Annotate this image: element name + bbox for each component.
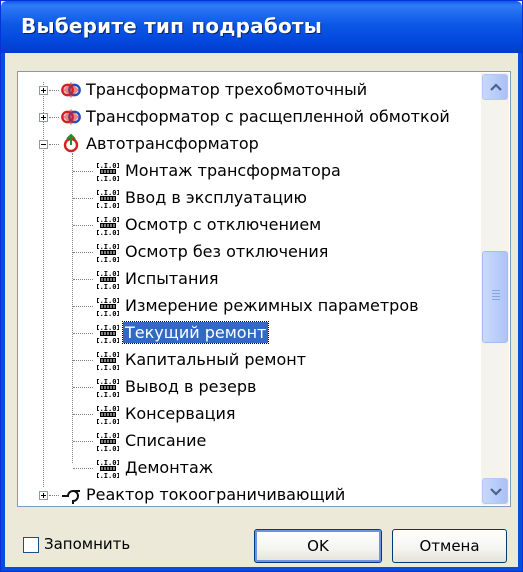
tree-item-label: Демонтаж (125, 458, 214, 477)
numeric-data-icon: I.I.01 I.I.01 (95, 160, 120, 183)
numeric-data-icon: I.I.01 I.I.01 (95, 430, 120, 453)
tree-item-label: Испытания (125, 269, 219, 288)
tree-item[interactable]: I.I.01 I.I.01 Испытания (18, 266, 482, 292)
collapse-icon[interactable] (39, 140, 48, 149)
svg-text:I.I.01: I.I.01 (97, 297, 119, 305)
svg-text:I.I.01: I.I.01 (97, 432, 119, 440)
svg-text:I.I.01: I.I.01 (97, 243, 119, 251)
svg-text:I.I.01: I.I.01 (97, 270, 119, 278)
ok-button[interactable]: OK (254, 529, 382, 563)
numeric-data-icon: I.I.01 I.I.01 (95, 187, 120, 210)
tree-item[interactable]: I.I.01 I.I.01 Осмотр с отключением (18, 212, 482, 238)
reactor-icon (60, 484, 82, 506)
window-frame-left (1, 53, 5, 571)
expand-icon[interactable] (39, 86, 48, 95)
tree-item[interactable]: I.I.01 I.I.01 Измерение режимных параметро… (18, 293, 482, 319)
tree-item-label: Осмотр без отключения (125, 242, 329, 261)
tree-item[interactable]: Автотрансформатор (18, 131, 482, 157)
transformer-icon (60, 106, 82, 128)
window-frame-right (518, 53, 522, 571)
numeric-data-icon: I.I.01 I.I.01 (95, 376, 120, 399)
tree-item[interactable]: I.I.01 I.I.01Текущий ремонт (18, 320, 482, 346)
svg-text:I.I.01: I.I.01 (97, 418, 119, 425)
tree-item-label: Измерение режимных параметров (125, 296, 419, 315)
svg-text:I.I.01: I.I.01 (97, 364, 119, 371)
remember-label: Запомнить (44, 535, 131, 553)
tree-item[interactable]: I.I.01 I.I.01 Ввод в эксплуатацию (18, 185, 482, 211)
svg-text:I.I.01: I.I.01 (97, 337, 119, 344)
numeric-data-icon: I.I.01 I.I.01 (95, 241, 120, 264)
tree-item[interactable]: Трансформатор с расщепленной обмоткой (18, 104, 482, 130)
work-type-tree[interactable]: Трансформатор трехобмоточный Трансформато… (17, 71, 511, 507)
tree-item-label: Реактор токоограничивающий (86, 485, 346, 504)
dialog-window: Выберите тип подработы Трансформатор тре… (0, 0, 523, 572)
numeric-data-icon: I.I.01 I.I.01 (95, 403, 120, 426)
svg-text:I.I.01: I.I.01 (97, 459, 119, 467)
tree-item-label: Консервация (125, 404, 236, 423)
tree-item-label: Автотрансформатор (86, 134, 259, 153)
tree-item[interactable]: I.I.01 I.I.01 Капитальный ремонт (18, 347, 482, 373)
scroll-thumb[interactable] (482, 251, 508, 343)
svg-text:I.I.01: I.I.01 (97, 283, 119, 290)
chevron-down-icon (490, 488, 502, 496)
numeric-data-icon: I.I.01 I.I.01 (95, 295, 120, 318)
svg-text:I.I.01: I.I.01 (97, 351, 119, 359)
dialog-title: Выберите тип подработы (21, 14, 323, 38)
transformer-icon (60, 79, 82, 101)
tree-item-label: Текущий ремонт (121, 321, 270, 344)
vertical-scrollbar[interactable] (481, 73, 509, 505)
numeric-data-icon: I.I.01 I.I.01 (95, 214, 120, 237)
svg-text:I.I.01: I.I.01 (97, 472, 119, 479)
tree-item-label: Трансформатор с расщепленной обмоткой (86, 107, 450, 126)
svg-text:I.I.01: I.I.01 (97, 175, 119, 182)
svg-text:I.I.01: I.I.01 (97, 378, 119, 386)
tree-item[interactable]: Реактор токоограничивающий (18, 482, 482, 506)
numeric-data-icon: I.I.01 I.I.01 (95, 457, 120, 480)
svg-text:I.I.01: I.I.01 (97, 445, 119, 452)
cancel-button[interactable]: Отмена (392, 529, 507, 563)
tree-item-label: Монтаж трансформатора (125, 161, 341, 180)
remember-checkbox[interactable] (23, 537, 39, 553)
tree-item[interactable]: I.I.01 I.I.01 Монтаж трансформатора (18, 158, 482, 184)
tree-item[interactable]: I.I.01 I.I.01 Осмотр без отключения (18, 239, 482, 265)
tree-item[interactable]: I.I.01 I.I.01 Консервация (18, 401, 482, 427)
svg-text:I.I.01: I.I.01 (97, 216, 119, 224)
tree-item-label: Ввод в эксплуатацию (125, 188, 307, 207)
title-bar[interactable]: Выберите тип подработы (1, 1, 522, 53)
autotransformer-icon (60, 133, 82, 155)
numeric-data-icon: I.I.01 I.I.01 (95, 349, 120, 372)
scroll-down-button[interactable] (482, 478, 508, 504)
tree-item-label: Трансформатор трехобмоточный (86, 80, 368, 99)
expand-icon[interactable] (39, 113, 48, 122)
svg-text:I.I.01: I.I.01 (97, 405, 119, 413)
svg-text:I.I.01: I.I.01 (97, 310, 119, 317)
tree-item[interactable]: I.I.01 I.I.01 Вывод в резерв (18, 374, 482, 400)
svg-text:I.I.01: I.I.01 (97, 189, 119, 197)
tree-item-label: Капитальный ремонт (125, 350, 307, 369)
window-frame-bottom (1, 567, 522, 571)
tree-item-label: Вывод в резерв (125, 377, 257, 396)
tree-item-label: Списание (125, 431, 207, 450)
numeric-data-icon: I.I.01 I.I.01 (95, 268, 120, 291)
svg-text:I.I.01: I.I.01 (97, 324, 119, 332)
svg-text:I.I.01: I.I.01 (97, 162, 119, 170)
scroll-up-button[interactable] (482, 74, 508, 100)
tree-content: Трансформатор трехобмоточный Трансформато… (18, 72, 482, 506)
svg-text:I.I.01: I.I.01 (97, 391, 119, 398)
expand-icon[interactable] (39, 491, 48, 500)
chevron-up-icon (490, 83, 502, 91)
tree-item-label: Осмотр с отключением (125, 215, 322, 234)
svg-text:I.I.01: I.I.01 (97, 229, 119, 236)
tree-item[interactable]: Трансформатор трехобмоточный (18, 77, 482, 103)
tree-item[interactable]: I.I.01 I.I.01 Списание (18, 428, 482, 454)
tree-item[interactable]: I.I.01 I.I.01 Демонтаж (18, 455, 482, 481)
svg-text:I.I.01: I.I.01 (97, 202, 119, 209)
svg-text:I.I.01: I.I.01 (97, 256, 119, 263)
numeric-data-icon: I.I.01 I.I.01 (95, 322, 120, 345)
